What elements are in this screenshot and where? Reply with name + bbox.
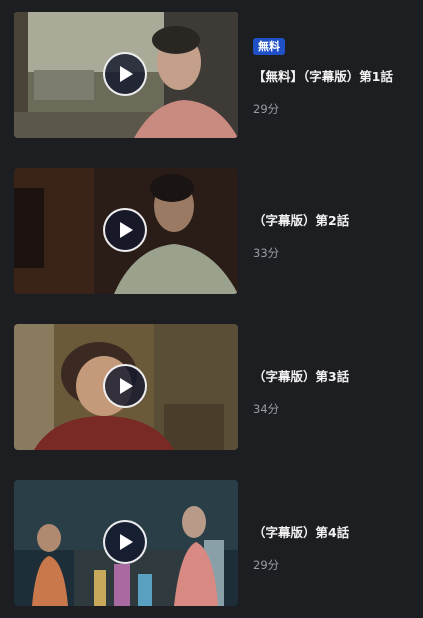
episode-title[interactable]: （字幕版）第2話	[253, 210, 349, 229]
episode-title[interactable]: 【無料】（字幕版）第1話	[253, 66, 393, 85]
episode-title[interactable]: （字幕版）第3話	[253, 366, 349, 385]
play-button[interactable]	[103, 364, 147, 408]
episode-thumbnail[interactable]	[14, 12, 238, 138]
episode-item-1[interactable]: 無料 【無料】（字幕版）第1話 29分	[0, 12, 423, 138]
episode-item-3[interactable]: （字幕版）第3話 34分	[0, 324, 423, 450]
episode-thumbnail[interactable]	[14, 168, 238, 294]
episode-duration: 34分	[253, 402, 280, 416]
episode-duration: 29分	[253, 558, 280, 572]
episode-duration: 33分	[253, 246, 280, 260]
episode-item-4[interactable]: （字幕版）第4話 29分	[0, 480, 423, 606]
play-icon	[120, 378, 133, 394]
play-button[interactable]	[103, 208, 147, 252]
episode-info[interactable]: （字幕版）第3話 34分	[253, 324, 418, 450]
episode-info[interactable]: 無料 【無料】（字幕版）第1話 29分	[253, 12, 418, 138]
episode-list: 無料 【無料】（字幕版）第1話 29分 （字幕版）第2話 33分 （字幕版）第3…	[0, 0, 423, 618]
episode-info[interactable]: （字幕版）第4話 29分	[253, 480, 418, 606]
play-icon	[120, 222, 133, 238]
episode-info[interactable]: （字幕版）第2話 33分	[253, 168, 418, 294]
play-button[interactable]	[103, 52, 147, 96]
play-button[interactable]	[103, 520, 147, 564]
episode-title[interactable]: （字幕版）第4話	[253, 522, 349, 541]
play-icon	[120, 66, 133, 82]
episode-item-2[interactable]: （字幕版）第2話 33分	[0, 168, 423, 294]
free-badge: 無料	[253, 38, 285, 55]
episode-thumbnail[interactable]	[14, 480, 238, 606]
episode-thumbnail[interactable]	[14, 324, 238, 450]
episode-duration: 29分	[253, 102, 280, 116]
play-icon	[120, 534, 133, 550]
